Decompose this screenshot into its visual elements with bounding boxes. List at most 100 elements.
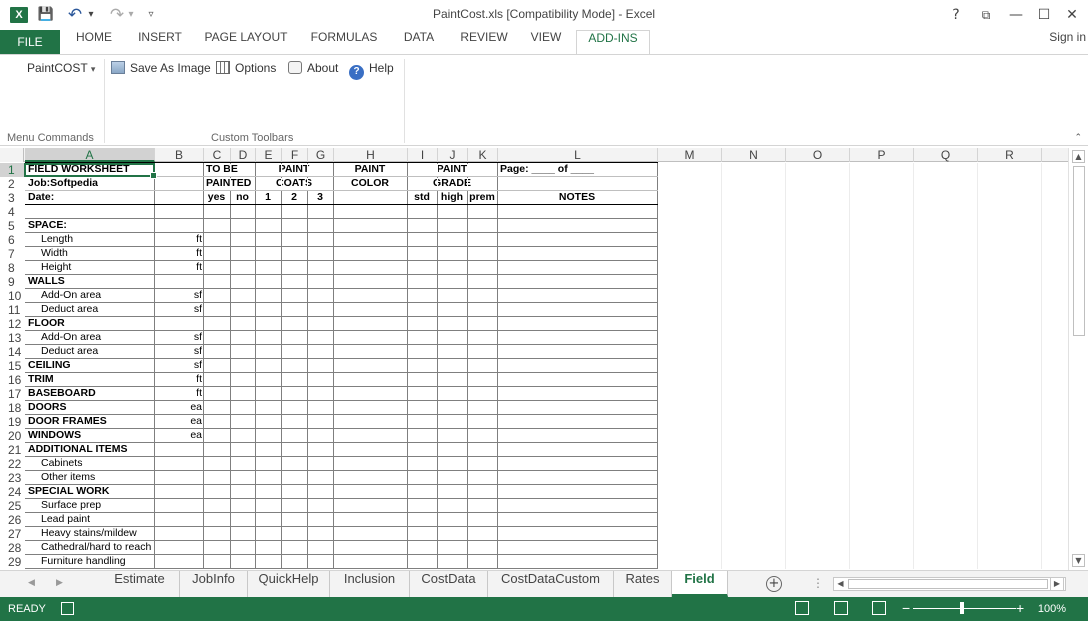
cell-a14[interactable]: Deduct area <box>28 345 98 359</box>
row-header-3[interactable]: 3 <box>0 191 24 205</box>
help-ribbon-button[interactable]: ? Help <box>349 61 394 81</box>
horizontal-scrollbar[interactable]: ◀ <box>833 577 1066 591</box>
row-header-27[interactable]: 27 <box>0 527 24 541</box>
row-header-26[interactable]: 26 <box>0 513 24 527</box>
cell-b10[interactable]: sf <box>155 289 204 303</box>
cell-a13[interactable]: Add-On area <box>28 331 101 345</box>
zoom-slider-thumb[interactable] <box>960 602 964 614</box>
row-header-2[interactable]: 2 <box>0 177 24 191</box>
cell-a10[interactable]: Add-On area <box>28 289 101 303</box>
page-break-preview-icon[interactable] <box>872 601 886 615</box>
cell-g3[interactable]: 3 <box>307 191 333 205</box>
cell-a22[interactable]: Cabinets <box>28 457 82 471</box>
column-header-p[interactable]: P <box>850 148 914 162</box>
tab-add-ins[interactable]: ADD-INS <box>576 30 650 55</box>
row-header-22[interactable]: 22 <box>0 457 24 471</box>
tab-data[interactable]: DATA <box>394 30 444 54</box>
row-header-8[interactable]: 8 <box>0 261 24 275</box>
scroll-left-icon[interactable]: ◀ <box>834 578 847 590</box>
cell-b14[interactable]: sf <box>155 345 204 359</box>
worksheet-grid[interactable]: ABCDEFGHIJKLMNOPQR 1 2 3 4 5 6 7 8 9 10 11 12 13 14 15… <box>0 148 1068 570</box>
scroll-up-icon[interactable]: ▲ <box>1072 150 1085 163</box>
column-header-b[interactable]: B <box>155 148 204 162</box>
cell-a8[interactable]: Height <box>28 261 71 275</box>
minimize-button[interactable]: — <box>1002 4 1030 26</box>
cell-a29[interactable]: Furniture handling <box>28 555 126 569</box>
cell-c1[interactable]: TO BE <box>206 163 238 177</box>
sheet-prev-icon[interactable]: ◀ <box>28 578 35 588</box>
cell-a18[interactable]: DOORS <box>28 401 67 415</box>
cell-a17[interactable]: BASEBOARD <box>28 387 96 401</box>
tab-review[interactable]: REVIEW <box>452 30 516 54</box>
sheet-tab-quickhelp[interactable]: QuickHelp <box>248 571 330 597</box>
cell-b17[interactable]: ft <box>155 387 204 401</box>
row-header-12[interactable]: 12 <box>0 317 24 331</box>
normal-view-icon[interactable] <box>795 601 809 615</box>
row-header-15[interactable]: 15 <box>0 359 24 373</box>
cell-a6[interactable]: Length <box>28 233 73 247</box>
cell-c2[interactable]: PAINTED <box>206 177 251 191</box>
cell-b13[interactable]: sf <box>155 331 204 345</box>
zoom-out-icon[interactable]: − <box>902 600 910 616</box>
column-header-o[interactable]: O <box>786 148 850 162</box>
cell-a24[interactable]: SPECIAL WORK <box>28 485 109 499</box>
tab-formulas[interactable]: FORMULAS <box>302 30 386 54</box>
column-header-r[interactable]: R <box>978 148 1042 162</box>
row-header-29[interactable]: 29 <box>0 555 24 569</box>
tab-view[interactable]: VIEW <box>524 30 568 54</box>
row-header-13[interactable]: 13 <box>0 331 24 345</box>
column-header-q[interactable]: Q <box>914 148 978 162</box>
tab-page-layout[interactable]: PAGE LAYOUT <box>198 30 294 54</box>
about-button[interactable]: About <box>288 61 338 81</box>
sheet-tab-costdata[interactable]: CostData <box>410 571 488 597</box>
row-header-16[interactable]: 16 <box>0 373 24 387</box>
cell-e1[interactable]: PAINT <box>255 163 333 177</box>
cell-a5[interactable]: SPACE: <box>28 219 67 233</box>
cell-e2[interactable]: COATS <box>255 177 333 191</box>
cell-h1[interactable]: PAINT <box>333 163 407 177</box>
zoom-slider-track[interactable] <box>913 608 1016 609</box>
cell-a2[interactable]: Job:Softpedia <box>28 177 98 191</box>
column-header-g[interactable]: G <box>308 148 334 162</box>
cell-b11[interactable]: sf <box>155 303 204 317</box>
tab-home[interactable]: HOME <box>68 30 120 54</box>
row-header-5[interactable]: 5 <box>0 219 24 233</box>
scroll-right-icon[interactable]: ▶ <box>1050 577 1064 591</box>
add-sheet-icon[interactable]: + <box>766 576 782 592</box>
row-header-24[interactable]: 24 <box>0 485 24 499</box>
sheet-tab-estimate[interactable]: Estimate <box>100 571 180 597</box>
row-header-11[interactable]: 11 <box>0 303 24 317</box>
sheet-tab-rates[interactable]: Rates <box>614 571 672 597</box>
cell-a25[interactable]: Surface prep <box>28 499 101 513</box>
cell-b20[interactable]: ea <box>155 429 204 443</box>
row-header-14[interactable]: 14 <box>0 345 24 359</box>
options-button[interactable]: Options <box>216 61 276 81</box>
cell-d3[interactable]: no <box>230 191 255 205</box>
maximize-button[interactable]: ☐ <box>1030 4 1058 26</box>
column-header-n[interactable]: N <box>722 148 786 162</box>
sheet-tab-jobinfo[interactable]: JobInfo <box>180 571 248 597</box>
zoom-level[interactable]: 100% <box>1038 603 1066 615</box>
cell-k3[interactable]: prem <box>467 191 497 205</box>
page-layout-view-icon[interactable] <box>834 601 848 615</box>
row-header-21[interactable]: 21 <box>0 443 24 457</box>
row-header-10[interactable]: 10 <box>0 289 24 303</box>
cell-a15[interactable]: CEILING <box>28 359 71 373</box>
cell-j3[interactable]: high <box>437 191 467 205</box>
cell-b18[interactable]: ea <box>155 401 204 415</box>
cell-b15[interactable]: sf <box>155 359 204 373</box>
column-header-i[interactable]: I <box>408 148 438 162</box>
row-header-1[interactable]: 1 <box>0 163 24 177</box>
paintcost-menu-button[interactable]: PaintCOST ▾ <box>27 61 95 81</box>
select-all-corner[interactable] <box>0 148 24 162</box>
ribbon-display-options-icon[interactable]: ⧉ <box>972 4 1000 26</box>
cell-i2[interactable]: GRADE <box>407 177 497 191</box>
sheet-tab-field[interactable]: Field <box>672 571 728 597</box>
cell-a19[interactable]: DOOR FRAMES <box>28 415 107 429</box>
cell-h2[interactable]: COLOR <box>333 177 407 191</box>
vertical-scroll-thumb[interactable] <box>1073 166 1085 336</box>
cell-c3[interactable]: yes <box>203 191 230 205</box>
cell-e3[interactable]: 1 <box>255 191 281 205</box>
column-header-h[interactable]: H <box>334 148 408 162</box>
row-header-7[interactable]: 7 <box>0 247 24 261</box>
